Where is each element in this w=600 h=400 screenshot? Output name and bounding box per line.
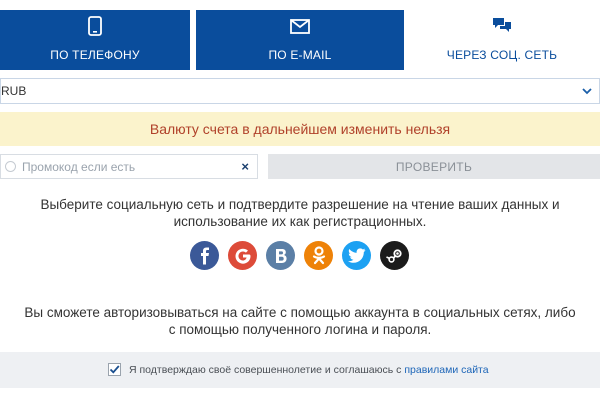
note-line-2: с помощью полученного логина и пароля. [168,322,432,337]
currency-select[interactable]: RUB [0,78,600,104]
chat-icon [492,14,512,36]
social-buttons [190,241,410,271]
intro-line-1: Выберите социальную сеть и подтвердите р… [40,197,560,212]
social-intro-text: Выберите социальную сеть и подтвердите р… [0,196,600,230]
promo-input[interactable] [22,159,232,174]
steam-icon[interactable] [380,241,409,270]
odnoklassniki-icon[interactable] [304,241,333,270]
currency-value: RUB [1,84,27,98]
vkontakte-icon[interactable] [266,241,295,270]
phone-icon [88,15,102,37]
chevron-down-icon [581,82,593,105]
promo-radio[interactable] [5,161,16,172]
tab-social[interactable]: ЧЕРЕЗ СОЦ. СЕТЬ [404,0,600,70]
note-line-1: Вы сможете авторизовываться на сайте с п… [24,305,576,320]
facebook-icon[interactable] [190,241,219,270]
agreement-row: Я подтверждаю своё совершеннолетие и сог… [0,352,600,388]
tab-phone[interactable]: ПО ТЕЛЕФОНУ [0,10,190,70]
tab-phone-label: ПО ТЕЛЕФОНУ [50,48,140,62]
registration-method-tabs: ПО ТЕЛЕФОНУ ПО E-MAIL ЧЕРЕЗ СОЦ. СЕТЬ [0,0,600,70]
tab-email-label: ПО E-MAIL [268,48,332,62]
checkmark-icon [109,365,120,374]
agreement-checkbox[interactable] [108,363,121,376]
site-rules-link[interactable]: правилами сайта [404,364,488,376]
login-note-text: Вы сможете авторизовываться на сайте с п… [0,304,600,338]
promo-field: × [0,154,258,179]
tab-email[interactable]: ПО E-MAIL [196,10,404,70]
agreement-text: Я подтверждаю своё совершеннолетие и сог… [129,364,405,376]
close-icon[interactable]: × [241,159,249,174]
currency-warning: Валюту счета в дальнейшем изменить нельз… [0,112,600,146]
google-icon[interactable] [228,241,257,270]
envelope-icon [290,15,310,37]
agreement-label: Я подтверждаю своё совершеннолетие и сог… [129,364,489,376]
intro-line-2: использование их как регистрационных. [173,214,427,229]
twitter-icon[interactable] [342,241,371,270]
tab-social-label: ЧЕРЕЗ СОЦ. СЕТЬ [446,48,558,62]
check-promo-button[interactable]: ПРОВЕРИТЬ [268,154,600,179]
